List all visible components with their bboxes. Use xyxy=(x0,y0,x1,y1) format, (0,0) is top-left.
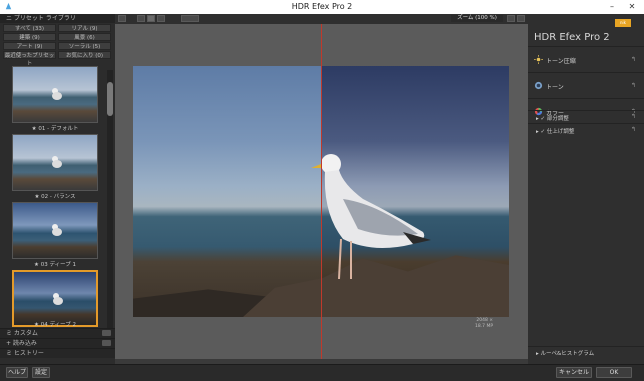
seagull-image xyxy=(311,154,431,280)
loupe-toggle-icon[interactable] xyxy=(517,15,525,22)
view-toolbar: ズーム (100 %) xyxy=(115,14,528,24)
preset-library-header[interactable]: ニ プリセット ライブラリ xyxy=(0,14,115,23)
gull-thumbnail-image xyxy=(53,293,63,305)
preset-label: ★ 02 - バランス xyxy=(34,194,76,200)
split-view-icon[interactable] xyxy=(147,15,155,22)
preset-thumbnail-default[interactable] xyxy=(12,66,98,123)
tab-all[interactable]: すべて (33) xyxy=(3,24,56,32)
single-view-icon[interactable] xyxy=(137,15,145,22)
custom-add-icon[interactable] xyxy=(102,330,111,336)
tab-surreal[interactable]: ソーラル (5) xyxy=(58,42,111,50)
image-megapixels: 18.7 MP xyxy=(475,324,494,329)
window-title: HDR Efex Pro 2 xyxy=(291,2,353,11)
preset-label: ★ 03 ディープ 1 xyxy=(34,262,76,268)
finishing-adjustments-section[interactable]: ▸ ✓ 仕上げ調整 ↰ xyxy=(528,123,644,136)
gull-thumbnail-image xyxy=(52,156,62,168)
sun-icon xyxy=(534,55,543,64)
tone-section[interactable]: トーン ↰ xyxy=(528,72,644,99)
tab-real[interactable]: リアル (9) xyxy=(58,24,111,32)
help-button[interactable]: ヘルプ xyxy=(6,367,28,378)
history-section[interactable]: ミ ヒストリー xyxy=(0,348,115,358)
selective-adjustments-section[interactable]: ▸ ✓ 部分調整 ↰ xyxy=(528,110,644,123)
adjustments-panel: nik HDR Efex Pro 2 トーン圧縮 ↰ トーン ↰ カラー ↰ ▸… xyxy=(528,14,644,364)
import-section[interactable]: + 読み込み xyxy=(0,338,115,348)
preset-thumbnail-deep-1[interactable] xyxy=(12,202,98,259)
original-image-half xyxy=(133,66,321,317)
tab-architecture[interactable]: 建築 (9) xyxy=(3,33,56,41)
compare-icon[interactable] xyxy=(181,15,199,22)
tab-favorites[interactable]: お気に入り (0) xyxy=(58,51,111,59)
split-preview-divider[interactable] xyxy=(321,24,322,359)
image-info: 2048 × 18.7 MP xyxy=(475,318,493,330)
reset-icon[interactable]: ↰ xyxy=(631,126,636,133)
preset-thumbnail-deep-2[interactable] xyxy=(12,270,98,327)
settings-button[interactable]: 設定 xyxy=(32,367,50,378)
ok-button[interactable]: OK xyxy=(596,367,632,378)
preset-label: ★ 01 - デフォルト xyxy=(31,126,79,132)
cancel-button[interactable]: キャンセル xyxy=(556,367,592,378)
tab-recent[interactable]: 最近使ったプリセット xyxy=(3,51,56,67)
reset-icon[interactable]: ↰ xyxy=(631,82,636,89)
preset-label: ★ 04 ディープ 2 xyxy=(34,322,76,328)
gull-thumbnail-image xyxy=(52,88,62,100)
zoom-select[interactable]: ズーム (100 %) xyxy=(451,15,503,22)
menu-icon[interactable] xyxy=(118,15,126,22)
title-bar: HDR Efex Pro 2 – ✕ xyxy=(0,0,644,14)
background-color-icon[interactable] xyxy=(507,15,515,22)
preset-scrollbar-thumb[interactable] xyxy=(107,82,113,116)
minimize-button[interactable]: – xyxy=(606,1,618,12)
tab-landscape[interactable]: 風景 (6) xyxy=(58,33,111,41)
reset-icon[interactable]: ↰ xyxy=(631,113,636,120)
gull-thumbnail-image xyxy=(52,224,62,236)
tone-compression-section[interactable]: トーン圧縮 ↰ xyxy=(528,46,644,73)
preset-thumbnail-balanced[interactable] xyxy=(12,134,98,191)
tab-art[interactable]: アート (9) xyxy=(3,42,56,50)
close-button[interactable]: ✕ xyxy=(626,1,638,12)
tone-circle-icon xyxy=(534,81,543,90)
preview-canvas[interactable]: 2048 × 18.7 MP xyxy=(115,24,528,359)
nik-logo: nik xyxy=(615,19,631,27)
reset-icon[interactable]: ↰ xyxy=(631,56,636,63)
panel-app-title: HDR Efex Pro 2 xyxy=(534,32,610,43)
custom-section[interactable]: ミ カスタム xyxy=(0,328,115,338)
preset-panel: ニ プリセット ライブラリ すべて (33) リアル (9) 建築 (9) 風景… xyxy=(0,14,115,364)
bottom-bar: ヘルプ 設定 キャンセル OK xyxy=(0,364,644,381)
side-by-side-view-icon[interactable] xyxy=(157,15,165,22)
import-icon[interactable] xyxy=(102,340,111,346)
loupe-histogram-section[interactable]: ▸ ルーペ&ヒストグラム xyxy=(528,346,644,357)
